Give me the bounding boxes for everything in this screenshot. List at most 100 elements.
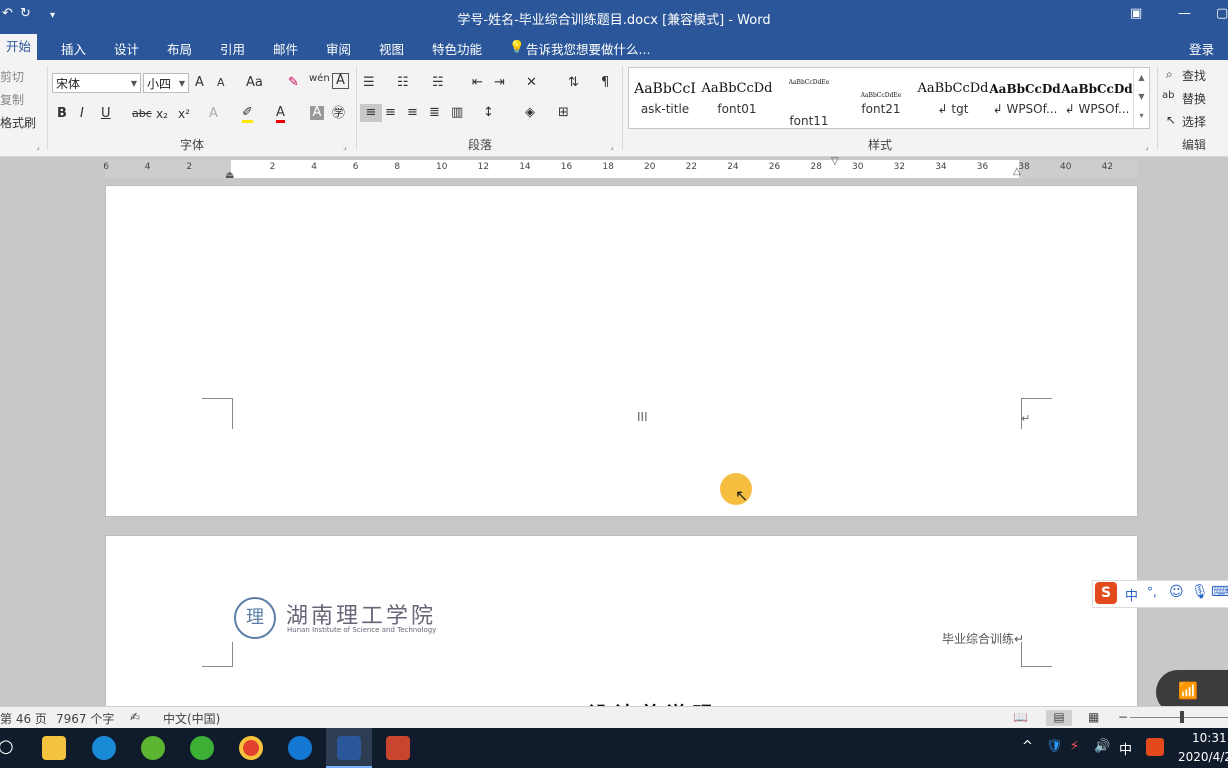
bullets-icon[interactable]: ☰ <box>363 74 375 92</box>
document-page[interactable]: III ↵ ↖ <box>105 185 1138 517</box>
align-center-icon[interactable]: ≡ <box>385 104 396 122</box>
emoji-icon[interactable]: ☺ <box>1169 584 1184 600</box>
zoom-out-icon[interactable]: − <box>1118 710 1128 724</box>
subscript-button[interactable]: x₂ <box>156 105 168 123</box>
font-launcher-icon[interactable]: ⌟ <box>343 142 347 151</box>
tab-home[interactable]: 开始 <box>0 34 38 60</box>
powerpoint-icon[interactable] <box>386 736 410 760</box>
sort-icon[interactable]: ⇅ <box>568 74 579 92</box>
numbering-icon[interactable]: ☷ <box>397 74 409 92</box>
paragraph-launcher-icon[interactable]: ⌟ <box>610 142 614 151</box>
grow-font-button[interactable]: A <box>195 74 204 92</box>
web-layout-icon[interactable]: ▦ <box>1088 710 1099 724</box>
cut-button[interactable]: 剪切 <box>0 68 24 85</box>
text-effects-icon[interactable]: A <box>209 105 218 123</box>
keyboard-icon[interactable]: ⌨ <box>1211 584 1228 600</box>
edge-icon[interactable] <box>288 736 312 760</box>
styles-scroll[interactable]: ▲ ▼ ▾ <box>1133 68 1149 128</box>
right-indent-marker-icon[interactable]: △ <box>1013 166 1021 177</box>
distributed-icon[interactable]: ▥ <box>451 104 463 122</box>
shrink-font-button[interactable]: A <box>217 74 225 92</box>
search-icon[interactable]: ○ <box>0 736 14 757</box>
shield-icon[interactable]: 🛡 <box>1046 739 1063 754</box>
minimize-icon[interactable]: — <box>1178 6 1191 21</box>
shading-icon[interactable]: ◈ <box>525 104 535 122</box>
justify-icon[interactable]: ≣ <box>429 104 440 122</box>
decrease-indent-icon[interactable]: ⇤ <box>472 74 483 92</box>
ribbon-display-icon[interactable]: ▣ <box>1130 6 1142 21</box>
font-color-button[interactable]: A <box>276 105 285 123</box>
char-shading-button[interactable]: A <box>310 106 324 120</box>
bold-button[interactable]: B <box>57 105 67 123</box>
tab-references[interactable]: 引用 <box>220 39 245 58</box>
highlight-icon[interactable]: ✐ <box>242 105 253 123</box>
font-size-combo[interactable]: 小四 ▼ <box>143 73 189 93</box>
ie-browser-icon[interactable] <box>92 736 116 760</box>
borders-icon[interactable]: ⊞ <box>558 104 569 122</box>
italic-button[interactable]: I <box>80 105 84 123</box>
chinese-layout-icon[interactable]: ✕ <box>526 74 537 92</box>
style-item[interactable]: AaBbCcDd font01 <box>701 76 773 128</box>
font-name-combo[interactable]: 宋体 ▼ <box>52 73 141 93</box>
right-indent-top-icon[interactable]: ▽ <box>831 156 839 167</box>
clear-formatting-icon[interactable]: ✎ <box>288 74 299 92</box>
style-item[interactable]: AaBbCcDdEe font21 <box>845 76 917 128</box>
chrome-icon[interactable] <box>239 736 263 760</box>
ime-toolbar[interactable]: S 中 °, ☺ 🎙 ⌨ <box>1092 580 1228 608</box>
enclose-char-icon[interactable]: ㊫ <box>332 105 345 123</box>
char-border-button[interactable]: A <box>332 73 349 89</box>
chevron-up-icon[interactable]: ^ <box>1022 739 1033 754</box>
replace-button[interactable]: 替换 <box>1182 90 1206 107</box>
ime-indicator[interactable]: 中 <box>1119 739 1132 758</box>
zoom-slider-thumb[interactable] <box>1180 711 1184 723</box>
read-mode-icon[interactable]: 📖 <box>1013 710 1028 724</box>
network-error-icon[interactable]: ⚡ <box>1070 739 1079 754</box>
sogou-tray-icon[interactable] <box>1146 738 1164 756</box>
show-marks-icon[interactable]: ¶ <box>601 74 609 92</box>
maximize-icon[interactable]: ▢ <box>1216 6 1228 21</box>
clock-date[interactable]: 2020/4/2 <box>1178 750 1228 764</box>
style-item[interactable]: AaBbCcDdEe font11 <box>773 76 845 128</box>
align-right-icon[interactable]: ≡ <box>407 104 418 122</box>
word-count[interactable]: 7967 个字 <box>56 710 114 727</box>
document-page[interactable]: 理 湖南理工学院 Hunan Institute of Science and … <box>105 535 1138 726</box>
indent-marker-icon[interactable]: ⏏ <box>225 170 237 184</box>
microphone-icon[interactable]: 🎙 <box>1191 584 1209 600</box>
file-explorer-icon[interactable] <box>42 736 66 760</box>
tab-review[interactable]: 审阅 <box>326 39 351 58</box>
style-item[interactable]: AaBbCcDd ↲ tgt <box>917 76 989 128</box>
superscript-button[interactable]: x² <box>178 105 190 123</box>
print-layout-icon[interactable]: ▤ <box>1046 710 1072 726</box>
multilevel-list-icon[interactable]: ☵ <box>432 74 444 92</box>
strikethrough-button[interactable]: abc <box>132 105 152 123</box>
phonetic-guide-button[interactable]: wén <box>309 70 330 88</box>
login-link[interactable]: 登录 <box>1189 39 1214 58</box>
tab-layout[interactable]: 布局 <box>167 39 192 58</box>
horizontal-ruler[interactable]: 6 4 2 2 4 6 8 10 12 14 16 18 20 22 24 26 28 30 32 34 36 38 40 4… <box>103 156 1137 181</box>
clipboard-launcher-icon[interactable]: ⌟ <box>36 142 40 151</box>
tab-design[interactable]: 设计 <box>114 39 139 58</box>
increase-indent-icon[interactable]: ⇥ <box>494 74 505 92</box>
ime-mode[interactable]: 中 <box>1125 585 1138 604</box>
change-case-button[interactable]: Aa <box>246 74 263 92</box>
tab-insert[interactable]: 插入 <box>61 39 86 58</box>
tab-view[interactable]: 视图 <box>379 39 404 58</box>
ime-punct[interactable]: °, <box>1147 585 1157 599</box>
browser-360-icon[interactable] <box>141 736 165 760</box>
zoom-slider[interactable] <box>1130 717 1228 718</box>
find-button[interactable]: 查找 <box>1182 67 1206 84</box>
select-button[interactable]: 选择 <box>1182 113 1206 130</box>
proofing-icon[interactable]: ✍ <box>130 710 140 724</box>
style-item[interactable]: AaBbCcI ask-title <box>629 76 701 128</box>
tab-special[interactable]: 特色功能 <box>432 39 482 58</box>
clock-time[interactable]: 10:31 <box>1192 731 1227 745</box>
wechat-icon[interactable] <box>190 736 214 760</box>
line-spacing-icon[interactable]: ↕ <box>483 104 494 122</box>
page-count[interactable]: 第 46 页 <box>0 710 47 727</box>
underline-button[interactable]: U <box>101 105 111 123</box>
style-item[interactable]: AaBbCcDd ↲ WPSOf... <box>989 76 1061 128</box>
tell-me-input[interactable]: 告诉我您想要做什么... <box>526 39 650 58</box>
language-indicator[interactable]: 中文(中国) <box>163 710 220 727</box>
copy-button[interactable]: 复制 <box>0 91 24 108</box>
align-left-icon[interactable]: ≡ <box>360 104 382 122</box>
